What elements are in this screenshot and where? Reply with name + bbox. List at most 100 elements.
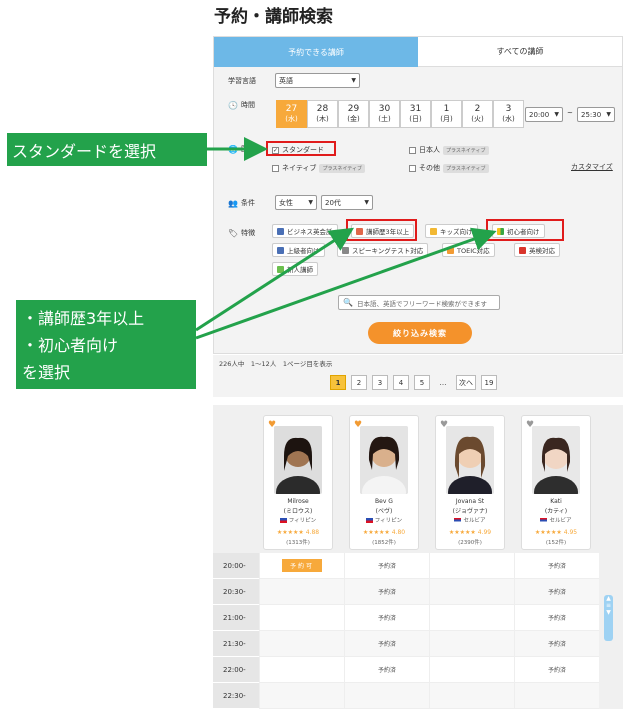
customize-link[interactable]: カスタマイズ	[571, 162, 613, 172]
teacher-kana: (ミロウス)	[283, 508, 313, 515]
time-to-select[interactable]: 25:30 ▼	[577, 107, 615, 122]
schedule-time: 21:00-	[213, 605, 259, 631]
page-button[interactable]: 3	[372, 375, 388, 390]
sprout-icon	[277, 265, 284, 273]
highlight-box	[266, 141, 336, 156]
mic-icon	[342, 246, 349, 254]
page-ellipsis: …	[439, 378, 447, 387]
schedule-row: 20:30- 予約済 予約済	[213, 579, 613, 605]
search-input[interactable]: 🔍 日本語、英語でフリーワード検索ができます	[338, 295, 500, 310]
chevron-down-icon: ▼	[364, 199, 369, 206]
tag-icon: 🏷	[228, 228, 239, 238]
teacher-card[interactable]: ♥ Kati (カティ) セルビア ★★★★★ 4.95 (152件)	[521, 415, 591, 550]
teacher-photo	[532, 426, 580, 494]
language-select[interactable]: 英語 ▼	[275, 73, 360, 88]
teacher-country: セルビア	[522, 516, 590, 524]
scroll-handle[interactable]: ▲ ≡ ▼	[604, 595, 613, 641]
teacher-photo	[274, 426, 322, 494]
clock-icon: 🕓	[228, 100, 238, 110]
date-option[interactable]: 2 (火)	[462, 100, 493, 128]
date-option[interactable]: 27 (水)	[276, 100, 307, 128]
teacher-name: Bev G	[375, 498, 393, 505]
scroll-down-icon: ▼	[606, 609, 611, 616]
chevron-down-icon: ▼	[351, 77, 356, 84]
feature-speaking-test[interactable]: スピーキングテスト対応	[337, 243, 429, 257]
teacher-reviews: (152件)	[545, 540, 567, 546]
teacher-rating: ★★★★★ 4.95	[534, 529, 578, 536]
next-page-button[interactable]: 次へ	[456, 375, 476, 390]
page-button[interactable]: 1	[330, 375, 346, 390]
schedule-time: 20:30-	[213, 579, 259, 605]
results-bar: 226人中 1〜12人 1ページ目を表示 1 2 3 4 5 … 次へ 19	[213, 355, 623, 397]
booked-slot: 予約済	[344, 631, 429, 657]
feature-new-teacher[interactable]: 新人講師	[272, 262, 318, 276]
booked-slot: 予約済	[514, 579, 599, 605]
date-option[interactable]: 29 (金)	[338, 100, 369, 128]
teacher-country: フィリピン	[264, 516, 332, 524]
date-option[interactable]: 28 (木)	[307, 100, 338, 128]
feature-eiken[interactable]: 英検対応	[514, 243, 560, 257]
feature-business[interactable]: ビジネス英会話	[272, 224, 338, 238]
feature-advanced[interactable]: 上級者向け	[272, 243, 325, 257]
results-count: 226人中 1〜12人 1ページ目を表示	[219, 360, 333, 368]
date-picker: 27 (水) 28 (木) 29 (金) 30 (土) 31 (日) 1 (月) 2 (火) …	[276, 100, 524, 128]
booked-slot: 予約済	[344, 657, 429, 683]
booked-slot: 予約済	[514, 657, 599, 683]
other-checkbox[interactable]: その他 プラスネイティブ	[409, 163, 489, 173]
page-button[interactable]: 19	[481, 375, 497, 390]
tab-all-teachers[interactable]: すべての講師	[418, 37, 622, 67]
scroll-up-icon: ▲	[606, 595, 611, 602]
teacher-name: Jovana St	[455, 498, 485, 505]
teacher-reviews: (2390件)	[458, 540, 482, 546]
globe-icon: 🌐	[228, 144, 238, 154]
gender-select[interactable]: 女性 ▼	[275, 195, 317, 210]
portrait-image	[446, 426, 494, 494]
callout-standard: スタンダードを選択	[7, 133, 207, 166]
date-option[interactable]: 31 (日)	[400, 100, 431, 128]
date-option[interactable]: 30 (土)	[369, 100, 400, 128]
teacher-card[interactable]: ♥ Milrose (ミロウス) フィリピン ★★★★★ 4.88 (1313件…	[263, 415, 333, 550]
toeic-icon	[447, 246, 454, 254]
teacher-card[interactable]: ♥ Bev G (ベヴ) フィリピン ★★★★★ 4.80 (1852件)	[349, 415, 419, 550]
page-title: 予約・講師検索	[214, 7, 333, 27]
flag-icon	[279, 517, 287, 523]
portrait-image	[532, 426, 580, 494]
feature-toeic[interactable]: TOEIC対応	[442, 243, 495, 257]
flag-icon	[454, 517, 462, 523]
native-checkbox[interactable]: ネイティブ プラスネイティブ	[272, 163, 365, 173]
page-button[interactable]: 4	[393, 375, 409, 390]
teacher-kana: (ジョヴァナ)	[452, 508, 488, 515]
teacher-country: セルビア	[436, 516, 504, 524]
time-label-group: 🕓 時間	[228, 100, 255, 110]
chevron-down-icon: ▼	[308, 199, 313, 206]
flag-icon	[365, 517, 373, 523]
japanese-checkbox[interactable]: 日本人 プラスネイティブ	[409, 145, 489, 155]
chevron-down-icon: ▼	[606, 111, 611, 118]
schedule-time: 20:00-	[213, 553, 259, 579]
tab-bar: 予約できる講師 すべての講師	[214, 37, 622, 67]
features-label-group: 🏷 特徴	[228, 228, 255, 238]
features-label: 特徴	[241, 229, 256, 237]
page-button[interactable]: 2	[351, 375, 367, 390]
tab-available-teachers[interactable]: 予約できる講師	[214, 37, 418, 67]
eiken-icon	[519, 246, 526, 254]
teacher-card[interactable]: ♥ Jovana St (ジョヴァナ) セルビア ★★★★★ 4.99 (239…	[435, 415, 505, 550]
nationality-label: 国籍	[240, 145, 255, 153]
age-select[interactable]: 20代 ▼	[321, 195, 373, 210]
teacher-reviews: (1852件)	[372, 540, 396, 546]
search-panel: 予約できる講師 すべての講師 学習言語 英語 ▼ 🕓 時間 27 (水) 28 (木)…	[213, 36, 623, 354]
page-button[interactable]: 5	[414, 375, 430, 390]
language-label: 学習言語	[228, 77, 256, 85]
teacher-kana: (ベヴ)	[375, 508, 393, 515]
feature-kids[interactable]: キッズ向け	[425, 224, 478, 238]
time-from-select[interactable]: 20:00 ▼	[525, 107, 563, 122]
scroll-grip-icon: ≡	[605, 602, 612, 609]
date-option[interactable]: 1 (月)	[431, 100, 462, 128]
teacher-grid: ♥ Milrose (ミロウス) フィリピン ★★★★★ 4.88 (1313件…	[213, 405, 623, 709]
date-option[interactable]: 3 (水)	[493, 100, 524, 128]
filter-search-button[interactable]: 絞り込み検索	[368, 322, 472, 344]
booked-slot: 予約済	[344, 553, 429, 579]
booked-slot: 予約済	[514, 631, 599, 657]
smile-icon	[430, 227, 437, 235]
available-slot[interactable]: 予約可	[281, 559, 322, 572]
